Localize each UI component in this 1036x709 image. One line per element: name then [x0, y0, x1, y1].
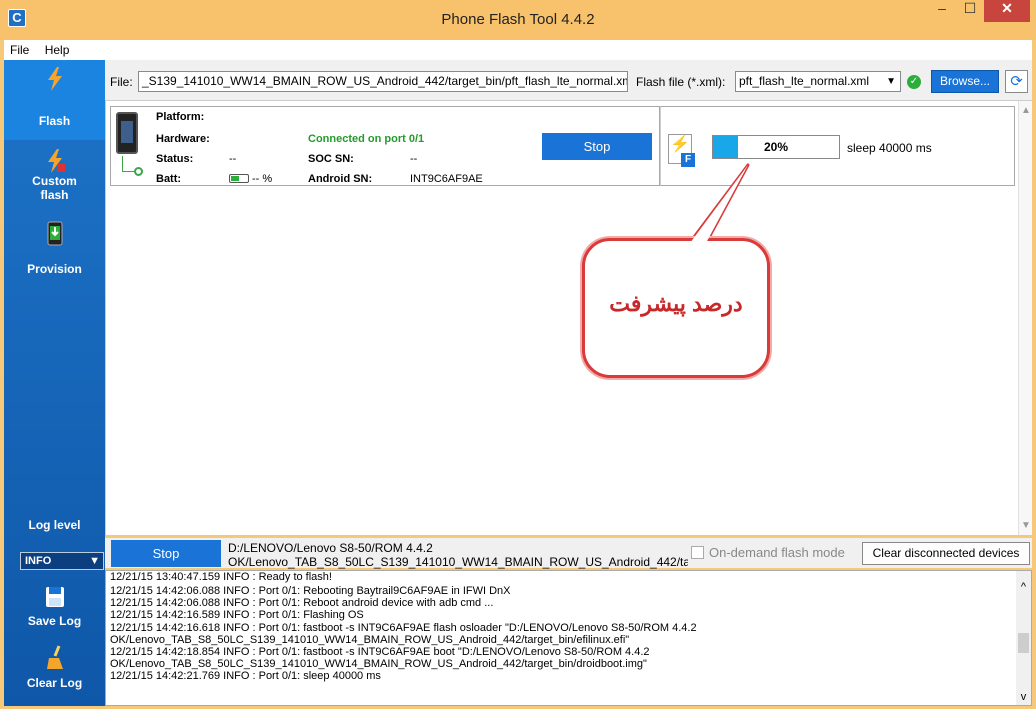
- log-line: 12/21/15 14:42:06.088 INFO : Port 0/1: R…: [110, 597, 494, 609]
- window-title: Phone Flash Tool 4.4.2: [441, 11, 595, 28]
- progress-percent: 20%: [763, 140, 789, 154]
- clear-log-label: Clear Log: [26, 676, 83, 690]
- clear-disconnected-button[interactable]: Clear disconnected devices: [862, 542, 1030, 565]
- close-button[interactable]: ✕: [984, 0, 1030, 22]
- flash-file-icon-glyph: ⚡: [670, 136, 690, 153]
- sidebar-item-provision[interactable]: Provision: [4, 220, 105, 290]
- chevron-down-icon: ▼: [89, 555, 100, 567]
- flash-file-badge: F: [681, 153, 695, 167]
- custom-lightning-icon: [47, 149, 65, 173]
- log-line: OK/Lenovo_TAB_S8_50LC_S139_141010_WW14_B…: [110, 658, 647, 670]
- callout-text: درصد پیشرفت: [609, 291, 743, 316]
- chevron-down-icon: ▼: [886, 76, 896, 87]
- battery-icon: [229, 174, 249, 183]
- file-label: File:: [110, 75, 133, 89]
- sidebar-item-label: Custom: [32, 174, 77, 188]
- sidebar-item-custom-flash[interactable]: Custom flash: [4, 148, 105, 218]
- batt-value: -- %: [252, 173, 273, 185]
- sidebar: Flash Custom flash Provision Log level I…: [4, 60, 105, 706]
- log-line: OK/Lenovo_TAB_S8_50LC_S139_141010_WW14_B…: [110, 634, 630, 646]
- ondemand-label: On-demand flash mode: [709, 545, 845, 560]
- main-scrollbar[interactable]: ▲ ▼: [1018, 101, 1032, 535]
- flash-file-value: pft_flash_lte_normal.xml: [739, 74, 870, 88]
- connection-dot-icon: [134, 167, 143, 176]
- chevron-up-icon[interactable]: ^: [1016, 581, 1031, 593]
- sidebar-item-flash[interactable]: Flash: [4, 60, 105, 140]
- refresh-icon: ⟳: [1010, 73, 1023, 90]
- browse-button[interactable]: Browse...: [931, 70, 999, 93]
- phone-download-icon: [47, 221, 62, 246]
- soc-sn-label: SOC SN:: [308, 153, 354, 165]
- flash-path-line1: D:/LENOVO/Lenovo S8-50/ROM 4.4.2: [228, 541, 433, 555]
- log-level-value: INFO: [25, 555, 52, 567]
- flash-file-select[interactable]: pft_flash_lte_normal.xml ▼: [735, 71, 901, 92]
- flash-path-line2: OK/Lenovo_TAB_S8_50LC_S139_141010_WW14_B…: [228, 555, 688, 569]
- platform-label: Platform:: [156, 111, 205, 123]
- phone-icon: [116, 112, 138, 154]
- refresh-button[interactable]: ⟳: [1005, 70, 1028, 93]
- android-sn-label: Android SN:: [308, 173, 373, 185]
- menu-bar: File Help: [4, 40, 1032, 60]
- batt-label: Batt:: [156, 173, 182, 185]
- title-bar: C Phone Flash Tool 4.4.2 – ☐ ✕: [0, 0, 1036, 40]
- save-log-button[interactable]: Save Log: [4, 580, 105, 640]
- status-label: Status:: [156, 153, 194, 165]
- log-level-label: Log level: [28, 518, 81, 532]
- menu-file[interactable]: File: [4, 40, 35, 60]
- clear-log-button[interactable]: Clear Log: [4, 640, 105, 702]
- sidebar-item-label: Provision: [27, 262, 82, 276]
- log-line: 12/21/15 14:42:21.769 INFO : Port 0/1: s…: [110, 670, 381, 682]
- sidebar-item-label-line2: flash: [40, 188, 69, 202]
- log-scroll-thumb[interactable]: [1018, 633, 1029, 653]
- log-line: 12/21/15 14:42:18.854 INFO : Port 0/1: f…: [110, 646, 650, 658]
- soc-sn-value: --: [410, 153, 418, 165]
- hardware-label: Hardware:: [156, 133, 210, 145]
- maximize-button[interactable]: ☐: [956, 0, 984, 22]
- log-line: 12/21/15 14:42:06.088 INFO : Port 0/1: R…: [110, 585, 511, 597]
- connection-status: Connected on port 0/1: [308, 133, 425, 145]
- broom-icon: [46, 645, 63, 669]
- android-sn-value: INT9C6AF9AE: [410, 173, 483, 185]
- progress-status: sleep 40000 ms: [847, 141, 932, 155]
- minimize-button[interactable]: –: [928, 0, 956, 22]
- floppy-disk-icon: [45, 587, 64, 607]
- check-circle-icon: ✓: [907, 75, 921, 89]
- chevron-down-icon[interactable]: v: [1016, 691, 1031, 703]
- lightning-icon: [47, 67, 62, 91]
- log-line: 12/21/15 13:40:47.159 INFO : Ready to fl…: [110, 571, 332, 583]
- sidebar-item-label: Flash: [38, 114, 71, 128]
- flash-file-icon: ⚡ F: [668, 134, 695, 167]
- menu-help[interactable]: Help: [39, 40, 76, 60]
- log-line: 12/21/15 14:42:16.618 INFO : Port 0/1: f…: [110, 622, 697, 634]
- flash-file-label: Flash file (*.xml):: [636, 75, 726, 89]
- log-level-select[interactable]: INFO ▼: [20, 552, 104, 570]
- stop-all-button[interactable]: Stop: [111, 540, 221, 567]
- stop-device-button[interactable]: Stop: [542, 133, 652, 160]
- log-line: 12/21/15 14:42:16.589 INFO : Port 0/1: F…: [110, 609, 364, 621]
- ondemand-checkbox[interactable]: [691, 546, 704, 559]
- save-log-label: Save Log: [27, 614, 82, 628]
- flash-progress-bar: 20%: [712, 135, 840, 159]
- status-value: --: [229, 153, 237, 165]
- log-scrollbar[interactable]: ^ v: [1016, 571, 1031, 705]
- file-path-input[interactable]: _S139_141010_WW14_BMAIN_ROW_US_Android_4…: [138, 71, 628, 92]
